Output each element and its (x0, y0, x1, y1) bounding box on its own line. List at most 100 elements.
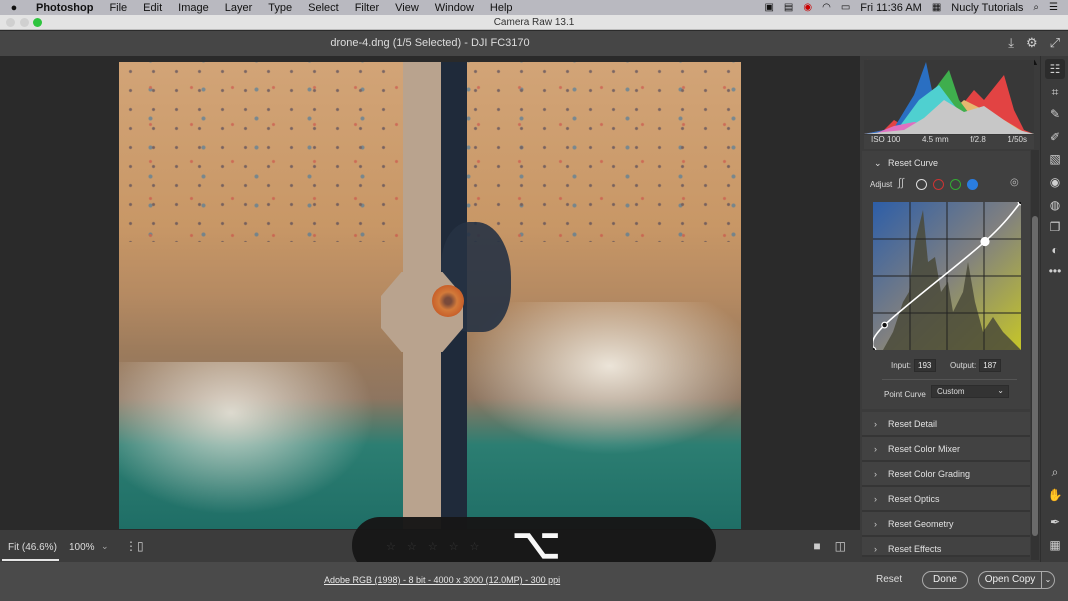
apple-menu-icon[interactable]: ● (0, 2, 28, 14)
creative-cloud-icon[interactable]: ◉ (803, 2, 812, 13)
point-curve-select[interactable]: Custom ⌄ (931, 385, 1009, 398)
umbrella (432, 285, 464, 317)
curve-point[interactable] (881, 321, 889, 329)
curve-point-selected[interactable] (980, 236, 990, 247)
tool-strip: ☷ ⌗ ✎ ✐ ▧ ◉ ◍ ❐ ◐ ••• ⌕ ✋ ✒ ▦ (1040, 56, 1068, 562)
brush-icon[interactable]: ✐ (1045, 127, 1065, 147)
zoom-fit-active-indicator (2, 559, 59, 561)
camera-raw-header: drone-4.dng (1/5 Selected) - DJI FC3170 … (0, 31, 1068, 56)
snapshots-icon[interactable]: ❐ (1045, 217, 1065, 237)
red-eye-icon[interactable]: ◍ (1045, 195, 1065, 215)
exif-info: ISO 100 4.5 mm f/2.8 1/50s (864, 135, 1034, 149)
zoom-dropdown-chevron-icon[interactable]: ⌄ (101, 541, 109, 552)
parametric-curve-icon[interactable]: ∫∫ (898, 177, 904, 189)
tone-curve-graph[interactable] (873, 202, 1021, 350)
more-options-icon[interactable]: ••• (1045, 261, 1065, 281)
color-sampler-icon[interactable]: ✒ (1045, 512, 1065, 532)
section-detail[interactable]: › Reset Detail (862, 412, 1030, 437)
display-icon[interactable]: ▤ (784, 2, 793, 13)
control-center-icon[interactable]: ☰ (1049, 2, 1058, 13)
open-copy-button[interactable]: Open Copy (978, 571, 1042, 589)
crop-icon[interactable]: ⌗ (1045, 82, 1065, 102)
rgb-channel-button[interactable] (916, 179, 927, 190)
input-field-group: Input: 193 (891, 359, 937, 372)
menu-window[interactable]: Window (427, 2, 482, 14)
green-channel-button[interactable] (950, 179, 961, 190)
settings-gear-icon[interactable]: ⚙ (1026, 35, 1038, 51)
section-color-grading[interactable]: › Reset Color Grading (862, 462, 1030, 487)
flag-icon[interactable]: ▦ (932, 2, 941, 13)
chevron-right-icon: › (874, 469, 877, 479)
presets-icon[interactable]: ◐ (1045, 240, 1065, 260)
camera-record-icon[interactable]: ▣ (764, 2, 773, 13)
section-optics[interactable]: › Reset Optics (862, 487, 1030, 512)
menu-edit[interactable]: Edit (135, 2, 170, 14)
zoom-fit-button[interactable]: Fit (46.6%) (8, 542, 57, 553)
menubar-user[interactable]: Nucly Tutorials (951, 2, 1023, 14)
menu-layer[interactable]: Layer (217, 2, 261, 14)
red-channel-button[interactable] (933, 179, 944, 190)
menu-view[interactable]: View (387, 2, 427, 14)
minimize-window-button[interactable] (20, 18, 29, 27)
menu-app-photoshop[interactable]: Photoshop (28, 2, 101, 14)
blue-channel-button[interactable] (967, 179, 978, 190)
menu-select[interactable]: Select (300, 2, 347, 14)
chevron-right-icon: › (874, 444, 877, 454)
chevron-right-icon: › (874, 519, 877, 529)
edit-sliders-icon[interactable]: ☷ (1045, 59, 1065, 79)
menu-type[interactable]: Type (260, 2, 300, 14)
single-view-icon[interactable]: ■ (813, 539, 820, 553)
curve-section-title: Reset Curve (888, 158, 939, 168)
zoom-tool-icon[interactable]: ⌕ (1045, 462, 1065, 482)
menu-help[interactable]: Help (482, 2, 521, 14)
panel-scrollbar[interactable] (1031, 150, 1039, 560)
exif-shutter: 1/50s (1007, 135, 1027, 144)
targeted-adjustment-icon[interactable]: ◎ (1010, 177, 1019, 188)
curve-section-header[interactable]: ⌄ Reset Curve (874, 158, 938, 169)
section-label: Reset Detail (888, 419, 938, 429)
section-label: Reset Effects (888, 544, 942, 554)
menu-filter[interactable]: Filter (347, 2, 387, 14)
rating-stars[interactable]: ☆ ☆ ☆ ☆ ☆ (386, 540, 484, 553)
curve-point[interactable] (873, 346, 877, 350)
file-name: drone-4.dng (1/5 Selected) - DJI FC3170 (330, 37, 530, 49)
fullscreen-toggle-icon[interactable]: ⤢ (1050, 35, 1060, 51)
spotlight-search-icon[interactable]: ⌕ (1033, 2, 1039, 13)
input-value-field[interactable]: 193 (914, 359, 937, 372)
adjust-label: Adjust (870, 180, 893, 189)
chevron-right-icon: › (874, 494, 877, 504)
chevron-down-icon: ⌄ (997, 386, 1004, 395)
hand-tool-icon[interactable]: ✋ (1045, 485, 1065, 505)
done-button[interactable]: Done (922, 571, 968, 589)
open-options-dropdown[interactable]: ⌄ (1041, 571, 1055, 589)
reset-button[interactable]: Reset (876, 574, 902, 585)
scrollbar-thumb[interactable] (1032, 216, 1038, 536)
menubar-clock[interactable]: Fri 11:36 AM (860, 2, 922, 14)
linear-gradient-icon[interactable]: ▧ (1045, 149, 1065, 169)
section-effects[interactable]: › Reset Effects (862, 537, 1030, 557)
close-window-button[interactable] (6, 18, 15, 27)
output-value-field[interactable]: 187 (979, 359, 1002, 372)
photo-preview[interactable] (119, 62, 741, 529)
zoom-window-button[interactable] (33, 18, 42, 27)
workflow-options-link[interactable]: Adobe RGB (1998) - 8 bit - 4000 x 3000 (… (324, 575, 560, 585)
curve-point[interactable] (1017, 202, 1021, 206)
chevron-down-icon: ⌄ (874, 158, 882, 168)
image-canvas[interactable] (0, 56, 860, 530)
airplay-icon[interactable]: ▭ (841, 2, 850, 13)
healing-bandage-icon[interactable]: ✎ (1045, 104, 1065, 124)
section-geometry[interactable]: › Reset Geometry (862, 512, 1030, 537)
section-color-mixer[interactable]: › Reset Color Mixer (862, 437, 1030, 462)
save-image-icon[interactable]: ⤓ (1008, 35, 1014, 51)
grid-overlay-icon[interactable]: ▦ (1045, 535, 1065, 555)
menu-file[interactable]: File (101, 2, 135, 14)
filmstrip-toggle-icon[interactable]: ⋮▯ (125, 539, 144, 553)
before-after-toggle-icon[interactable]: ◫ (835, 539, 846, 553)
edit-panel: ▲ ▲ ISO 100 4.5 mm f/2.8 1/50s ⌄ Reset Cu… (860, 56, 1040, 562)
menu-image[interactable]: Image (170, 2, 217, 14)
mac-menubar: ● Photoshop File Edit Image Layer Type S… (0, 0, 1068, 15)
radial-filter-icon[interactable]: ◉ (1045, 172, 1065, 192)
zoom-100-button[interactable]: 100% (69, 542, 95, 553)
section-label: Reset Color Mixer (888, 444, 961, 454)
wifi-icon[interactable]: ◠ (822, 2, 831, 13)
